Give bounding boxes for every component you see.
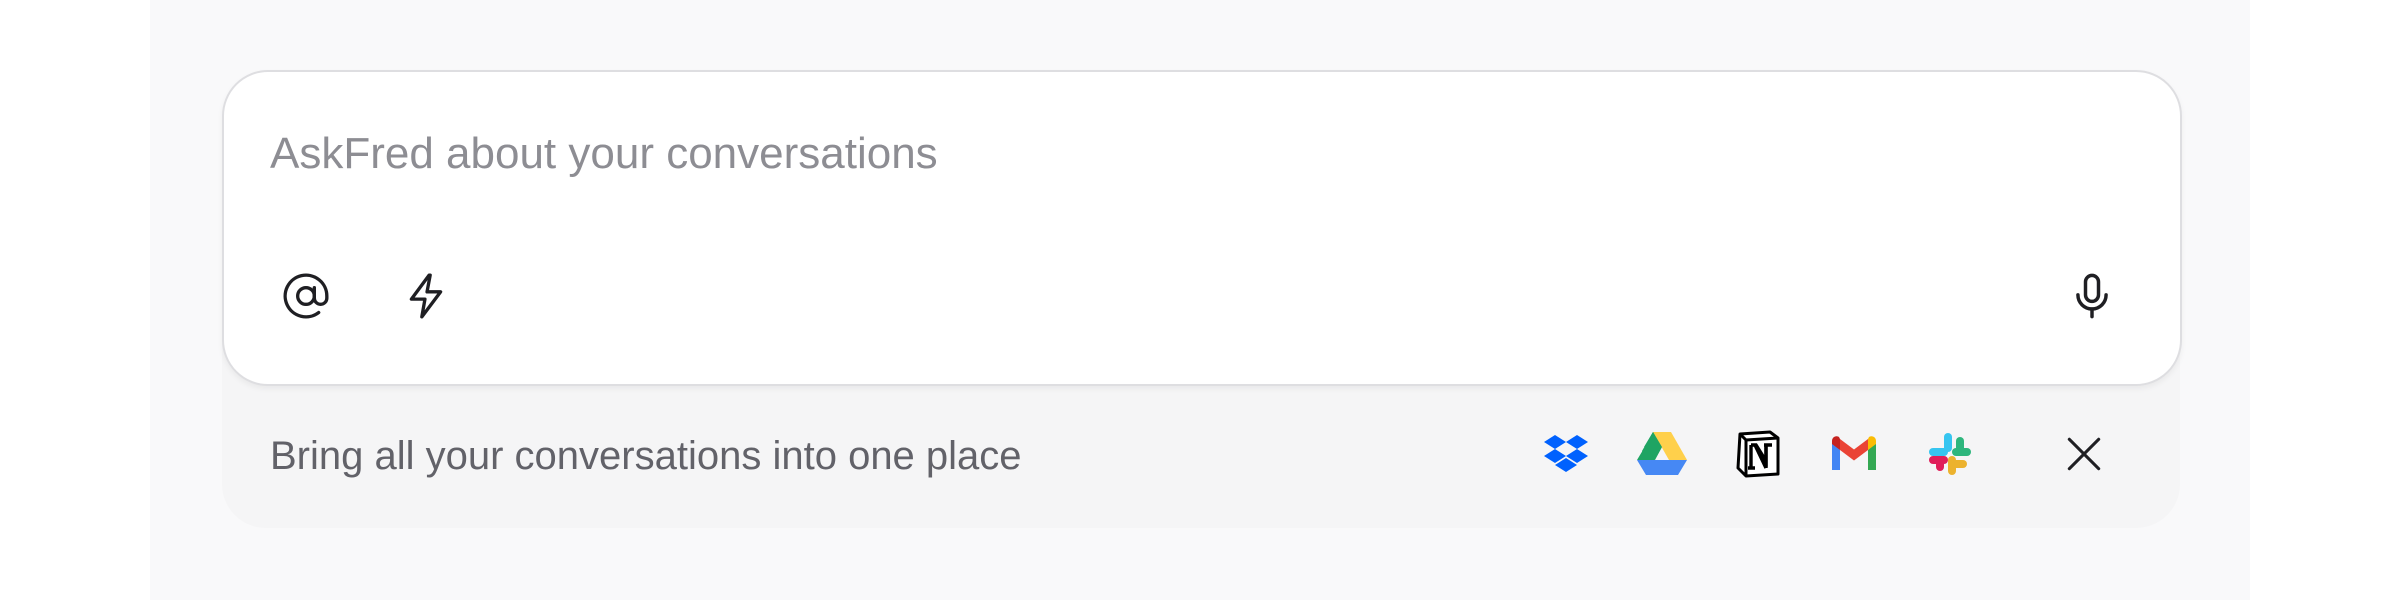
notion-icon: [1734, 430, 1782, 483]
dropbox-connect-button[interactable]: [1538, 428, 1594, 484]
mention-button[interactable]: [274, 264, 338, 328]
gmail-connect-button[interactable]: [1826, 428, 1882, 484]
chat-prompt-card: [222, 70, 2182, 386]
notion-connect-button[interactable]: [1730, 428, 1786, 484]
dismiss-banner-button[interactable]: [2052, 424, 2116, 488]
ask-input[interactable]: [270, 124, 1970, 184]
lightning-bolt-icon: [401, 271, 451, 321]
shortcuts-button[interactable]: [394, 264, 458, 328]
at-sign-icon: [281, 271, 331, 321]
voice-input-button[interactable]: [2060, 264, 2124, 328]
integrations-message: Bring all your conversations into one pl…: [270, 434, 1022, 478]
slack-icon: [1927, 431, 1973, 482]
gmail-icon: [1829, 435, 1879, 478]
google-drive-connect-button[interactable]: [1634, 428, 1690, 484]
microphone-icon: [2066, 270, 2118, 322]
dropbox-icon: [1544, 434, 1588, 479]
google-drive-icon: [1637, 431, 1687, 481]
close-icon: [2062, 432, 2106, 481]
slack-connect-button[interactable]: [1922, 428, 1978, 484]
